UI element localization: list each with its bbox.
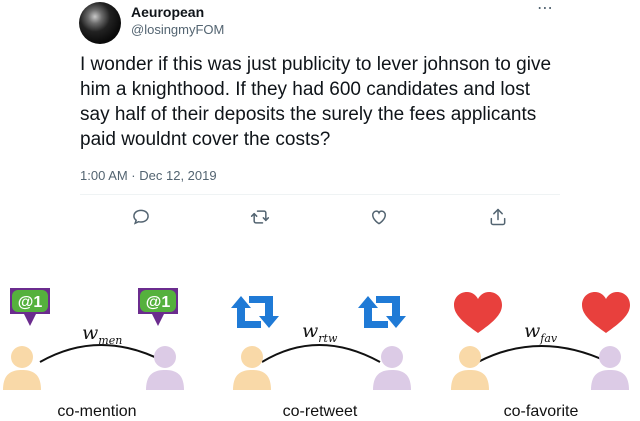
caption-co-favorite: co-favorite [503,403,579,420]
co-mention-edge [39,344,166,363]
weight-label-mention: wmen [82,322,123,347]
relation-diagram: @1 @1 [3,288,630,390]
caption-co-mention: co-mention [57,403,137,420]
user-icon [451,346,489,390]
mention-badge-icon: @1 [10,288,50,326]
heart-icon [582,292,630,333]
svg-text:@1: @1 [146,294,171,311]
caption-co-retweet: co-retweet [282,403,358,420]
user-icon [233,346,271,390]
user-icon [591,346,629,390]
svg-text:@1: @1 [18,294,43,311]
heart-icon [454,292,502,333]
weight-label-retweet: wrtw [302,320,338,345]
weight-label-favorite: wfav [524,320,558,345]
user-icon [373,346,411,390]
user-icon [146,346,184,390]
user-icon [3,346,41,390]
retweet-arrows-icon [358,296,406,328]
mention-badge-icon: @1 [138,288,178,326]
retweet-arrows-icon [231,296,279,328]
co-retweet-edge [261,344,381,363]
co-favorite-edge [477,345,609,363]
